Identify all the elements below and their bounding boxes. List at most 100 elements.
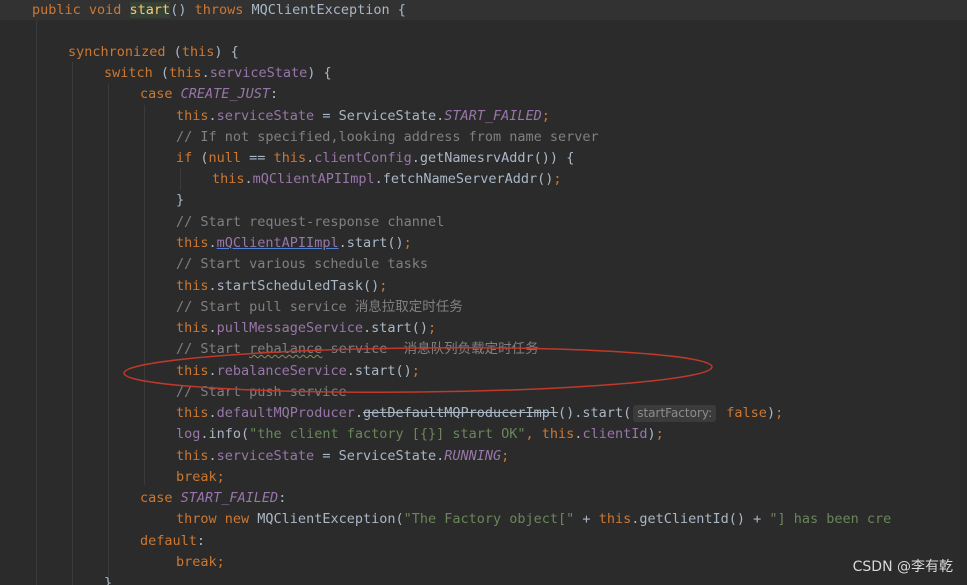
code-text: .info( bbox=[200, 426, 250, 442]
field-link[interactable]: mQClientAPIImpl bbox=[217, 235, 339, 251]
code-editor[interactable]: public void start() throws MQClientExcep… bbox=[0, 0, 967, 585]
code-text: ) { bbox=[307, 65, 332, 81]
keyword: case bbox=[140, 86, 181, 102]
code-text: MQClientException { bbox=[251, 2, 406, 18]
code-line[interactable]: // If not specified,looking address from… bbox=[176, 127, 599, 148]
keyword: this bbox=[176, 320, 209, 336]
code-text: () bbox=[170, 2, 195, 18]
semicolon: ; bbox=[501, 448, 510, 464]
comment: // Start various schedule tasks bbox=[176, 256, 428, 272]
typo-squiggle: rebalance bbox=[249, 341, 323, 357]
semicolon: ; bbox=[216, 469, 225, 485]
code-line[interactable]: this.mQClientAPIImpl.fetchNameServerAddr… bbox=[212, 169, 562, 190]
code-line[interactable]: case CREATE_JUST: bbox=[140, 84, 278, 105]
keyword: new bbox=[224, 511, 258, 527]
code-line[interactable]: default: bbox=[140, 531, 205, 552]
code-text: .start() bbox=[362, 320, 428, 336]
keyword: this bbox=[176, 448, 209, 464]
string-literal: "the client factory [{}] start OK" bbox=[249, 426, 526, 442]
code-line[interactable]: // Start push service bbox=[176, 382, 347, 403]
code-line[interactable]: } bbox=[104, 573, 112, 585]
semicolon: ; bbox=[553, 171, 562, 187]
keyword: throw bbox=[176, 511, 225, 527]
code-line[interactable]: this.startScheduledTask(); bbox=[176, 276, 387, 297]
code-text: : bbox=[196, 533, 206, 549]
code-line[interactable]: switch (this.serviceState) { bbox=[104, 63, 332, 84]
keyword: this bbox=[176, 405, 209, 421]
semicolon: ; bbox=[403, 235, 412, 251]
code-line[interactable]: this.serviceState = ServiceState.RUNNING… bbox=[176, 446, 509, 467]
code-text: . bbox=[201, 65, 210, 81]
code-text: ( bbox=[200, 150, 209, 166]
code-text: : bbox=[278, 490, 287, 506]
keyword: public void bbox=[32, 2, 130, 18]
indent-guide bbox=[180, 168, 181, 190]
code-line[interactable]: } bbox=[176, 190, 184, 211]
field: rebalanceService bbox=[216, 363, 347, 379]
method-name[interactable]: start bbox=[129, 2, 171, 18]
semicolon: ; bbox=[541, 108, 550, 124]
code-text: ( bbox=[160, 65, 170, 81]
code-line[interactable]: // Start request-response channel bbox=[176, 212, 444, 233]
comma: , bbox=[525, 426, 542, 442]
code-line[interactable]: // Start rebalance service 消息队列负载定时任务 bbox=[176, 339, 539, 360]
code-line[interactable]: this.pullMessageService.start(); bbox=[176, 318, 436, 339]
comment: // If not specified,looking address from… bbox=[176, 129, 599, 145]
code-text: : bbox=[270, 86, 279, 102]
keyword: this bbox=[176, 278, 209, 294]
field: mQClientAPIImpl bbox=[252, 171, 375, 187]
deprecated-method[interactable]: getDefaultMQProducerImpl bbox=[363, 405, 558, 421]
code-text: = ServiceState. bbox=[314, 108, 445, 124]
code-line[interactable]: break; bbox=[176, 552, 225, 573]
indent-guide bbox=[108, 84, 109, 585]
code-text: .startScheduledTask() bbox=[208, 278, 380, 294]
keyword: switch bbox=[104, 65, 161, 81]
code-line[interactable]: this.serviceState = ServiceState.START_F… bbox=[176, 106, 550, 127]
keyword: break bbox=[176, 554, 217, 570]
code-line[interactable]: break; bbox=[176, 467, 225, 488]
code-line[interactable]: case START_FAILED: bbox=[140, 488, 286, 509]
comment: // Start pull service bbox=[176, 299, 355, 315]
code-text: == bbox=[241, 150, 274, 166]
field: clientConfig bbox=[314, 150, 412, 166]
code-line[interactable]: this.rebalanceService.start(); bbox=[176, 361, 420, 382]
code-text: . bbox=[208, 108, 217, 124]
code-text: . bbox=[208, 320, 217, 336]
field: serviceState bbox=[216, 448, 315, 464]
semicolon: ; bbox=[379, 278, 388, 294]
code-text: + bbox=[574, 511, 599, 527]
code-line[interactable]: log.info("the client factory [{}] start … bbox=[176, 424, 664, 445]
comment: // Start bbox=[176, 341, 250, 357]
field: defaultMQProducer bbox=[216, 405, 355, 421]
code-line[interactable]: // Start various schedule tasks bbox=[176, 254, 428, 275]
keyword: this bbox=[541, 426, 575, 442]
semicolon: ; bbox=[411, 363, 420, 379]
code-line[interactable]: this.defaultMQProducer.getDefaultMQProdu… bbox=[176, 403, 783, 424]
code-text: . bbox=[354, 405, 363, 421]
code-line[interactable]: if (null == this.clientConfig.getNamesrv… bbox=[176, 148, 574, 169]
code-line[interactable]: // Start pull service 消息拉取定时任务 bbox=[176, 297, 463, 318]
code-line[interactable]: this.mQClientAPIImpl.start(); bbox=[176, 233, 412, 254]
field: clientId bbox=[582, 426, 648, 442]
code-text: .fetchNameServerAddr() bbox=[374, 171, 554, 187]
field: serviceState bbox=[216, 108, 315, 124]
indent-guide bbox=[36, 20, 37, 585]
code-text: .getClientId() + bbox=[631, 511, 770, 527]
constant: RUNNING bbox=[444, 448, 502, 464]
code-text: . bbox=[208, 405, 217, 421]
code-text: } bbox=[104, 575, 113, 585]
string-literal: "] has been cre bbox=[769, 511, 892, 527]
code-line[interactable]: public void start() throws MQClientExcep… bbox=[32, 0, 406, 21]
code-text: . bbox=[208, 363, 217, 379]
keyword: break bbox=[176, 469, 217, 485]
semicolon: ; bbox=[428, 320, 437, 336]
semicolon: ; bbox=[655, 426, 664, 442]
code-line[interactable]: synchronized (this) { bbox=[68, 42, 239, 63]
code-text: ( bbox=[173, 44, 182, 60]
keyword: this bbox=[181, 44, 215, 60]
keyword: this bbox=[176, 108, 209, 124]
code-line[interactable]: throw new MQClientException("The Factory… bbox=[176, 509, 891, 530]
code-text: ) bbox=[766, 405, 776, 421]
semicolon: ; bbox=[216, 554, 225, 570]
keyword: default bbox=[140, 533, 197, 549]
